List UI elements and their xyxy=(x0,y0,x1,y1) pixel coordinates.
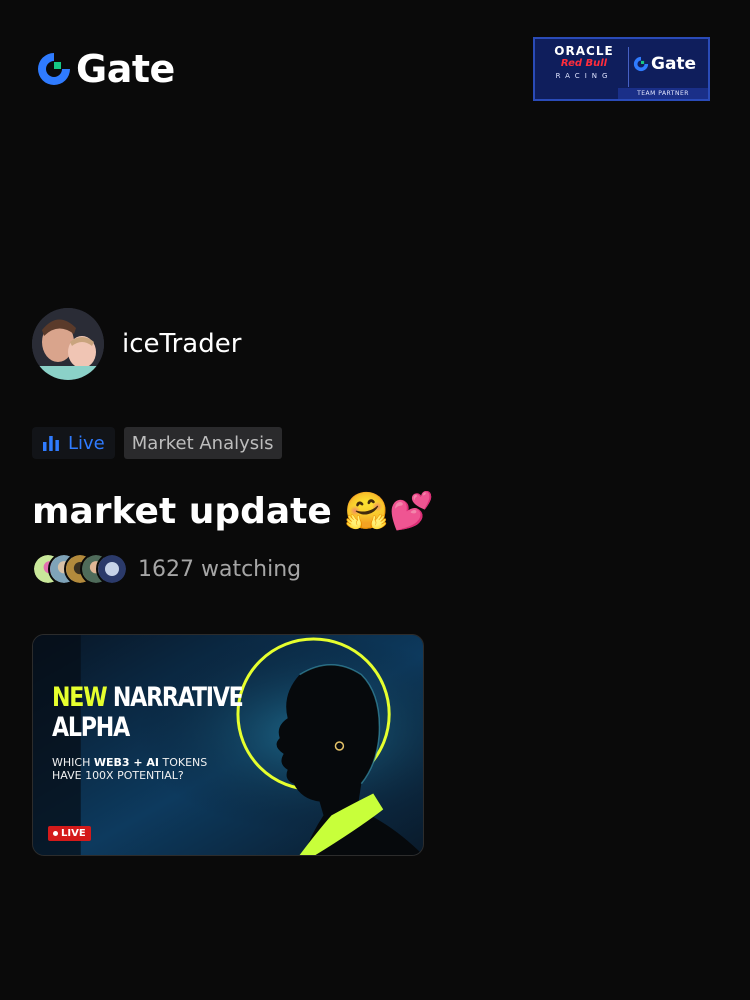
partner-redbull-text: Red Bull xyxy=(560,58,608,69)
watching-count: 1627 watching xyxy=(138,556,302,582)
stream-title: market update 🤗💕 xyxy=(32,491,434,532)
thumbnail-headline: NEW NARRATIVE ALPHA xyxy=(52,682,244,743)
viewer-avatar xyxy=(96,553,128,585)
live-tag[interactable]: Live xyxy=(32,427,115,459)
live-tag-label: Live xyxy=(68,432,105,454)
avatar[interactable] xyxy=(32,308,104,380)
brand-name: Gate xyxy=(76,47,175,91)
partner-racing-text: RACING xyxy=(555,72,613,80)
live-badge-label: LIVE xyxy=(61,828,86,839)
stream-tags: Live Market Analysis xyxy=(32,427,282,459)
partner-divider xyxy=(628,47,629,87)
bar-chart-icon xyxy=(43,436,59,451)
subtitle-highlight: WEB3 + AI xyxy=(93,756,160,769)
streamer-profile[interactable]: iceTrader xyxy=(32,308,241,380)
viewer-count: 1627 watching xyxy=(32,553,301,585)
gate-logo[interactable]: Gate xyxy=(36,50,175,88)
thumbnail-subtitle: WHICH WEB3 + AI TOKENS HAVE 100X POTENTI… xyxy=(52,756,207,782)
live-dot-icon xyxy=(53,831,58,836)
username[interactable]: iceTrader xyxy=(122,329,241,359)
live-badge: LIVE xyxy=(48,826,91,841)
team-partner-badge: ORACLE Red Bull RACING Gate TEAM PARTNER xyxy=(533,37,710,101)
viewer-avatars xyxy=(32,553,128,585)
stream-thumbnail[interactable]: NEW NARRATIVE ALPHA WHICH WEB3 + AI TOKE… xyxy=(32,634,424,856)
partner-gate-logo: Gate xyxy=(633,54,696,74)
thumbnail-artwork xyxy=(33,635,423,855)
oracle-redbull-racing-logo: ORACLE Red Bull RACING xyxy=(543,44,625,82)
headline-word-alpha: ALPHA xyxy=(52,712,130,743)
gate-logo-icon xyxy=(38,53,70,85)
subtitle-line2: HAVE 100X POTENTIAL? xyxy=(52,769,184,782)
gate-logo-icon xyxy=(633,56,649,72)
partner-oracle-text: ORACLE xyxy=(554,44,614,58)
headline-word-narrative: NARRATIVE xyxy=(112,682,244,713)
category-tag[interactable]: Market Analysis xyxy=(123,427,282,459)
partner-gate-text: Gate xyxy=(651,54,697,74)
team-partner-label: TEAM PARTNER xyxy=(618,88,708,99)
subtitle-prefix: WHICH xyxy=(52,756,94,769)
subtitle-suffix: TOKENS xyxy=(159,756,208,769)
headline-word-new: NEW xyxy=(52,682,108,713)
